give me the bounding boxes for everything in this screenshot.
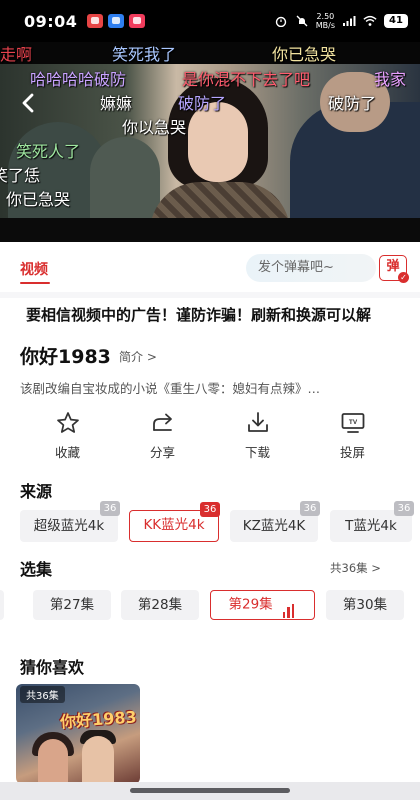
poster-figure [82,736,114,782]
cast-button[interactable]: TV 投屏 [305,410,400,461]
show-description[interactable]: 该剧改编自宝妆成的小说《重生八零：媳妇有点辣》… [20,378,320,397]
source-label: T蓝光4k [345,518,397,534]
source-label: 超级蓝光4k [33,518,105,534]
network-speed: 2.50 MB/s [316,12,335,30]
tab-video[interactable]: 视频 [20,259,48,279]
status-time: 09:04 [24,11,78,31]
episode-label: 第29集 [228,596,273,613]
video-player[interactable]: 走啊 笑死我了 你已急哭 哈哈哈哈破防 是你混不下去了吧 我家 嫲嫲 破防了 破… [0,42,420,242]
notice-marquee: 要相信视频中的广告！谨防诈骗！刷新和换源可以解 [0,298,420,332]
system-nav-bar [0,782,420,800]
cast-label: 投屏 [339,445,365,460]
download-button[interactable]: 下载 [210,410,305,461]
poster-figure [38,739,68,782]
video-letterbox-bottom [0,218,420,242]
mute-bell-icon [296,15,308,27]
danmaku-comment: 笑死我了 [112,45,177,64]
source-option[interactable]: 超级蓝光4k 36 [20,501,120,542]
action-bar: 收藏 分享 下载 TV 投屏 [0,410,420,474]
danmaku-comment: 嫲嫲 [100,94,133,113]
danmaku-comment: 你以急哭 [122,118,187,137]
back-arrow-icon[interactable] [18,92,40,114]
danmaku-comment: 你已急哭 [272,45,337,64]
download-icon [247,412,268,432]
video-frame-figure [188,102,248,182]
status-bar: 09:04 2.50 MB/s 41 [0,0,420,42]
share-icon [152,413,172,431]
recommendation-card[interactable]: 你好1983 共36集 [16,684,140,782]
notice-fade-left [0,298,30,332]
speed-value: 2.50 [316,12,335,21]
episode-count-badge: 36 [200,502,220,517]
cast-tv-icon: TV [341,413,364,433]
wifi-icon [363,15,377,26]
mail-app-icon [87,14,104,28]
danmaku-comment: 我家 [374,70,407,89]
episode-total-badge: 共36集 [20,686,65,703]
danmaku-comment: 破防了 [328,94,377,113]
home-indicator[interactable] [130,788,290,793]
alarm-icon [275,16,286,27]
episodes-section-title: 选集 [20,560,53,579]
check-icon: ✓ [398,272,409,283]
speed-unit: MB/s [315,21,335,30]
source-label: KK蓝光4k [143,517,205,533]
danmaku-comment: 笑了恁 [0,166,41,185]
episodes-count-link[interactable]: 共36集 > [330,560,381,576]
heart-app-icon [129,14,146,28]
detail-card: 你好1983 简介 > 该剧改编自宝妆成的小说《重生八零：媳妇有点辣》… 收藏 … [0,332,420,782]
episode-count-badge: 36 [100,501,120,516]
video-letterbox-top [0,42,420,64]
danmaku-comment: 你已急哭 [6,190,71,209]
danmaku-comment: 笑死人了 [16,142,81,161]
download-label: 下载 [244,445,270,460]
share-label: 分享 [149,445,175,460]
tab-active-indicator [20,282,50,284]
playing-bars-icon [282,591,297,618]
episode-list[interactable]: 第27集 第28集 第29集 第30集 [0,590,420,624]
episode-item[interactable]: 第30集 [326,590,404,620]
source-option-active[interactable]: KK蓝光4k 36 [129,502,220,542]
star-icon [56,412,79,433]
intro-link[interactable]: 简介 > [119,348,157,365]
system-icons: 2.50 MB/s 41 [274,12,408,30]
favorite-label: 收藏 [54,445,80,460]
tab-bar: 视频 发个弹幕吧~ 弹 ✓ [0,242,420,292]
share-button[interactable]: 分享 [115,410,210,461]
episode-count-badge: 36 [394,501,414,516]
recommendations-section-title: 猜你喜欢 [20,658,85,677]
favorite-button[interactable]: 收藏 [20,410,115,461]
episode-item-partial[interactable] [0,590,4,620]
danmaku-input[interactable]: 发个弹幕吧~ [246,254,376,282]
danmaku-comment: 哈哈哈哈破防 [30,70,127,89]
source-list[interactable]: 超级蓝光4k 36 KK蓝光4k 36 KZ蓝光4K 36 T蓝光4k 36 [20,501,420,544]
detail-content[interactable]: 视频 发个弹幕吧~ 弹 ✓ 要相信视频中的广告！谨防诈骗！刷新和换源可以解 你好… [0,242,420,782]
notification-icons [87,14,146,28]
danmaku-toggle-label: 弹 [386,259,400,274]
episode-count-badge: 36 [300,501,320,516]
source-label: KZ蓝光4K [242,518,306,534]
poster-logo: 你好1983 [59,707,138,732]
show-title: 你好1983 [20,346,111,368]
cellular-signal-icon [343,16,356,26]
svg-text:TV: TV [348,419,357,426]
episode-item[interactable]: 第28集 [121,590,199,620]
danmaku-toggle-button[interactable]: 弹 ✓ [379,255,409,283]
chat-app-icon [108,14,125,28]
source-section-title: 来源 [20,482,53,501]
battery-level: 41 [384,14,408,28]
source-option[interactable]: T蓝光4k 36 [330,501,414,542]
notice-text: 要相信视频中的广告！谨防诈骗！刷新和换源可以解 [26,306,372,324]
episode-item-active[interactable]: 第29集 [210,590,315,620]
danmaku-comment: 走啊 [0,45,33,64]
episode-item[interactable]: 第27集 [33,590,111,620]
danmaku-comment: 破防了 [178,94,227,113]
notice-fade-right [390,298,420,332]
source-option[interactable]: KZ蓝光4K 36 [230,501,320,542]
danmaku-comment: 是你混不下去了吧 [182,70,311,89]
